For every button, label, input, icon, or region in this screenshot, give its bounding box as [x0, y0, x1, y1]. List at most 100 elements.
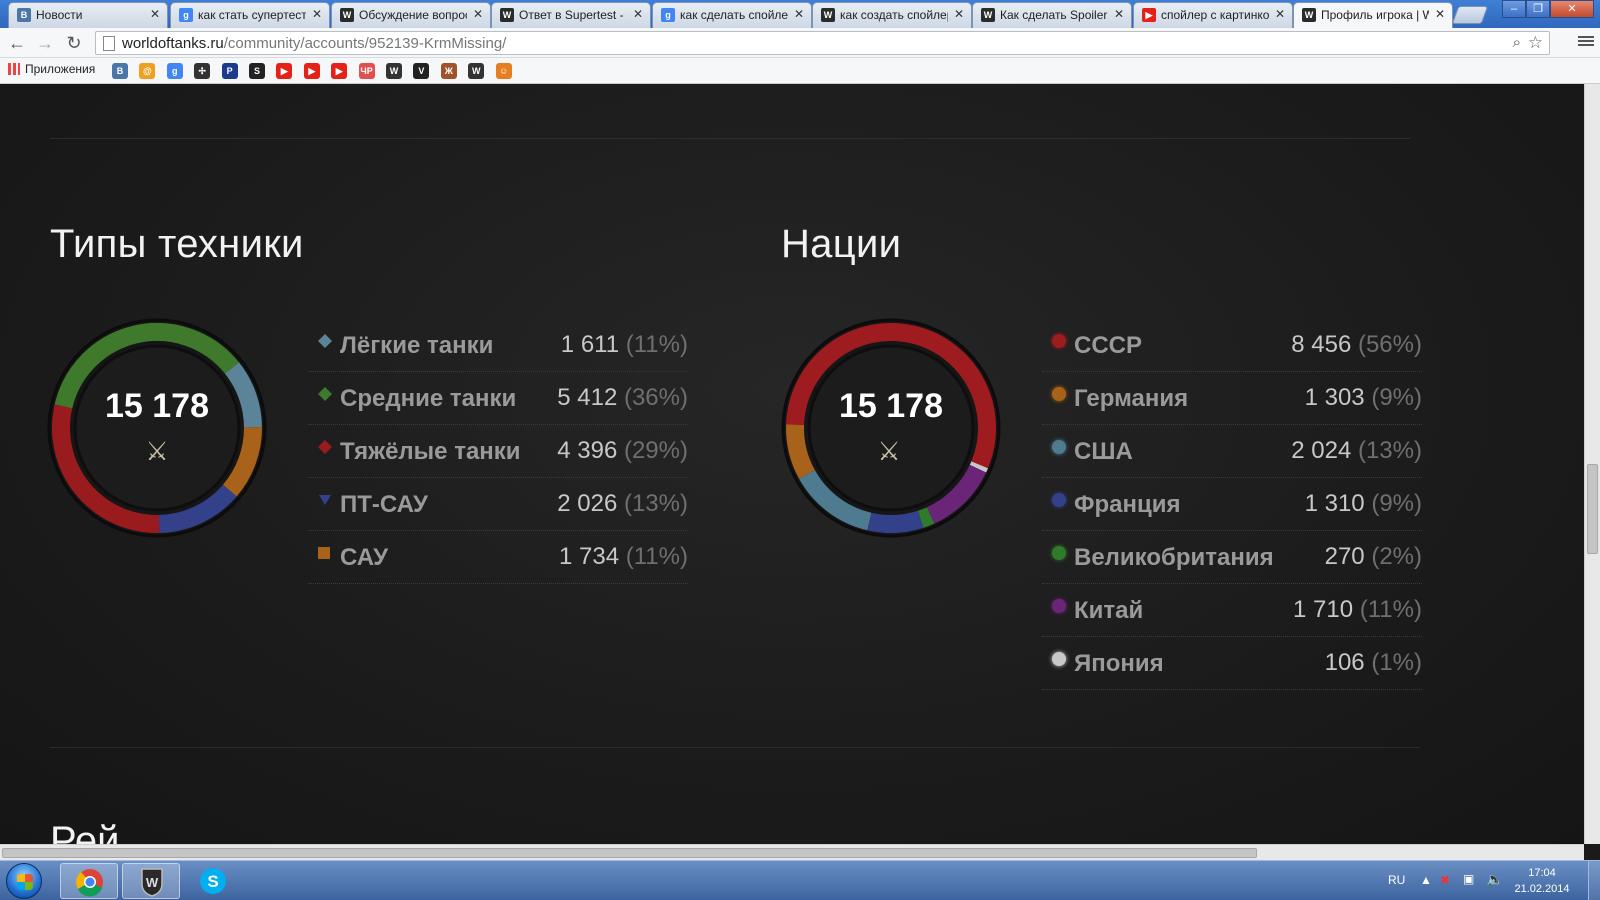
- network-error-icon[interactable]: ✖: [1440, 873, 1450, 887]
- tab-close-icon[interactable]: ✕: [794, 7, 804, 21]
- tab-favicon-icon: ▶: [1142, 8, 1156, 22]
- browser-tab[interactable]: W Профиль игрока | World ✕: [1293, 2, 1453, 29]
- vehicle-types-donut: [47, 318, 267, 538]
- bookmark-icon[interactable]: P: [221, 63, 238, 79]
- browser-tab[interactable]: В Новости ✕: [8, 2, 168, 28]
- stat-name: Франция: [1074, 491, 1181, 518]
- stat-value: 5 412 (36%): [557, 384, 688, 411]
- clock-time: 17:04: [1528, 867, 1556, 879]
- bookmark-icon[interactable]: W: [386, 63, 402, 79]
- browser-tab[interactable]: Wкак создать спойлер ✕: [812, 2, 972, 28]
- tab-favicon-icon: W: [1302, 8, 1316, 22]
- divider: [50, 138, 1410, 139]
- vertical-scrollbar[interactable]: [1584, 84, 1600, 844]
- bookmark-star-icon[interactable]: ☆: [1528, 33, 1543, 53]
- bookmark-icon[interactable]: ▶: [276, 63, 293, 79]
- tab-close-icon[interactable]: ✕: [312, 7, 322, 21]
- bookmark-icon[interactable]: ▶: [331, 63, 348, 79]
- tab-label: спойлер с картинкой: [1161, 8, 1269, 22]
- svg-text:S: S: [207, 872, 218, 891]
- wot-icon: W: [141, 868, 163, 897]
- next-section-heading: Рей: [50, 819, 120, 844]
- stat-value: 4 396 (29%): [557, 437, 688, 464]
- address-bar[interactable]: worldoftanks.ru/community/accounts/95213…: [95, 31, 1550, 55]
- tab-label: Профиль игрока | World: [1321, 8, 1429, 22]
- tab-close-icon[interactable]: ✕: [1275, 7, 1285, 21]
- tab-close-icon[interactable]: ✕: [150, 7, 160, 21]
- bookmark-icon[interactable]: V: [413, 63, 430, 79]
- horizontal-scrollbar[interactable]: [0, 844, 1584, 860]
- stat-name: ПТ-САУ: [340, 491, 428, 518]
- stat-name: САУ: [340, 544, 389, 571]
- chrome-menu-icon[interactable]: [1578, 34, 1594, 50]
- taskbar-chrome[interactable]: [60, 863, 118, 899]
- new-tab-button[interactable]: [1451, 6, 1489, 24]
- close-window-button[interactable]: ✕: [1550, 0, 1594, 18]
- browser-tab[interactable]: g как стать супертестером ✕: [170, 2, 330, 28]
- back-arrow-icon[interactable]: ←: [6, 32, 28, 54]
- heavy-tank-icon: [318, 440, 332, 454]
- taskbar-skype[interactable]: S: [184, 863, 242, 899]
- stat-row: Лёгкие танки 1 611 (11%): [308, 320, 688, 372]
- germany-dot-icon: [1052, 387, 1066, 401]
- tab-favicon-icon: g: [661, 8, 675, 22]
- zoom-icon[interactable]: ⌕: [1513, 34, 1521, 51]
- browser-tab[interactable]: W Ответ в Supertest - World ✕: [491, 2, 651, 28]
- minimize-button[interactable]: –: [1502, 0, 1526, 18]
- bookmark-icon[interactable]: В: [112, 63, 128, 79]
- ussr-dot-icon: [1052, 334, 1066, 348]
- stat-row: ПТ-САУ 2 026 (13%): [308, 479, 688, 531]
- bookmark-icon[interactable]: ✢: [194, 63, 211, 79]
- browser-tab[interactable]: W Обсуждение вопроса ✕: [331, 2, 491, 28]
- tab-favicon-icon: W: [340, 8, 354, 22]
- show-desktop-button[interactable]: [1588, 861, 1600, 900]
- bookmark-icon[interactable]: ▶: [303, 63, 320, 79]
- tab-close-icon[interactable]: ✕: [473, 7, 483, 21]
- nations-total: 15 178: [839, 387, 943, 425]
- bookmark-icon[interactable]: W: [468, 63, 485, 79]
- stat-row: Франция 1 310 (9%): [1042, 479, 1422, 531]
- vertical-scroll-thumb[interactable]: [1587, 464, 1598, 554]
- tab-label: как сделать спойлер: [680, 8, 788, 22]
- browser-tab[interactable]: ▶ спойлер с картинкой ✕: [1133, 2, 1293, 28]
- volume-icon[interactable]: 🔈: [1486, 871, 1503, 888]
- tab-label: как стать супертестером: [198, 8, 306, 22]
- bookmark-icon[interactable]: S: [249, 63, 265, 79]
- tab-close-icon[interactable]: ✕: [1435, 7, 1445, 21]
- stat-value: 1 710 (11%): [1293, 596, 1422, 623]
- tab-close-icon[interactable]: ✕: [633, 7, 643, 21]
- stat-row: САУ 1 734 (11%): [308, 532, 688, 584]
- language-indicator[interactable]: RU: [1388, 873, 1405, 887]
- system-clock[interactable]: 17:04 21.02.2014: [1512, 865, 1572, 897]
- windows-logo-icon: [17, 874, 33, 890]
- donut-segment: [917, 507, 935, 528]
- stat-row: Великобритания 270 (2%): [1042, 532, 1422, 584]
- bookmark-icon[interactable]: g: [166, 63, 183, 79]
- bookmark-icon[interactable]: @: [139, 63, 156, 79]
- maximize-button[interactable]: ❐: [1526, 0, 1550, 18]
- stat-value: 1 734 (11%): [559, 543, 688, 570]
- tab-close-icon[interactable]: ✕: [1114, 7, 1124, 21]
- bookmark-icon[interactable]: Ж: [440, 63, 457, 79]
- stat-value: 106 (1%): [1324, 649, 1422, 676]
- browser-tab[interactable]: g как сделать спойлер ✕: [652, 2, 812, 28]
- horizontal-scroll-thumb[interactable]: [2, 848, 1257, 858]
- action-center-icon[interactable]: ▣: [1463, 872, 1474, 886]
- apps-shortcut[interactable]: Приложения: [8, 62, 95, 76]
- stat-value: 8 456 (56%): [1291, 331, 1422, 358]
- browser-tab[interactable]: W Как сделать Spoiler ✕: [972, 2, 1132, 28]
- reload-icon[interactable]: ↻: [63, 32, 85, 54]
- bookmark-icon[interactable]: ЧР: [358, 63, 375, 79]
- forward-arrow-icon[interactable]: →: [34, 32, 56, 54]
- stat-name: Китай: [1074, 597, 1144, 624]
- bookmark-icon[interactable]: ☺: [495, 63, 512, 79]
- url-text: worldoftanks.ru/community/accounts/95213…: [122, 35, 507, 52]
- start-button[interactable]: [6, 863, 42, 899]
- tab-close-icon[interactable]: ✕: [954, 7, 964, 21]
- browser-tab-strip: – ❐ ✕ В Новости ✕ g как стать супертестером ✕…: [0, 0, 1600, 29]
- tab-label: Как сделать Spoiler: [1000, 8, 1108, 22]
- stat-name: Великобритания: [1074, 544, 1274, 571]
- taskbar-world-of-tanks[interactable]: W: [122, 863, 180, 899]
- tab-label: Обсуждение вопроса: [359, 8, 467, 22]
- show-hidden-icons-arrow[interactable]: ▲: [1420, 873, 1432, 887]
